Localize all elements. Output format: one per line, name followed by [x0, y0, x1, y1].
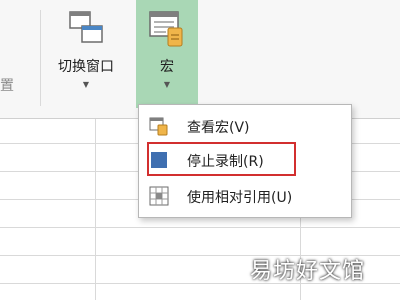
- watermark: 易坊好文馆: [250, 259, 366, 284]
- macros-dropdown-menu: 查看宏(V) 停止录制(R) 使用相对引用(U): [138, 104, 352, 218]
- menu-item-use-relative-references[interactable]: 使用相对引用(U): [139, 179, 351, 213]
- menu-item-label: 停止录制(R): [187, 154, 264, 170]
- grid-column-line: [95, 119, 96, 300]
- menu-item-view-macros[interactable]: 查看宏(V): [139, 109, 351, 143]
- chevron-down-icon: ▼: [82, 80, 90, 89]
- stop-recording-icon: [151, 152, 167, 168]
- menu-item-stop-recording[interactable]: 停止录制(R): [139, 143, 351, 177]
- menu-item-label: 使用相对引用(U): [187, 190, 293, 206]
- macros-button[interactable]: 宏 ▼: [136, 0, 198, 108]
- grid-row-line: [0, 227, 400, 228]
- switch-windows-icon: [69, 11, 103, 43]
- chevron-down-icon: ▼: [163, 80, 171, 89]
- menu-item-label: 查看宏(V): [187, 120, 250, 136]
- ribbon: 置 切换窗口 ▼ 宏 ▼: [0, 0, 400, 119]
- switch-windows-button[interactable]: 切换窗口 ▼: [46, 4, 126, 104]
- macros-label: 宏: [160, 59, 174, 75]
- macros-icon: [149, 11, 183, 47]
- ribbon-separator: [40, 10, 41, 106]
- view-macros-icon: [149, 117, 168, 136]
- partial-group-label: 置: [0, 78, 14, 94]
- relative-reference-icon: [149, 186, 169, 206]
- switch-windows-label: 切换窗口: [58, 59, 114, 75]
